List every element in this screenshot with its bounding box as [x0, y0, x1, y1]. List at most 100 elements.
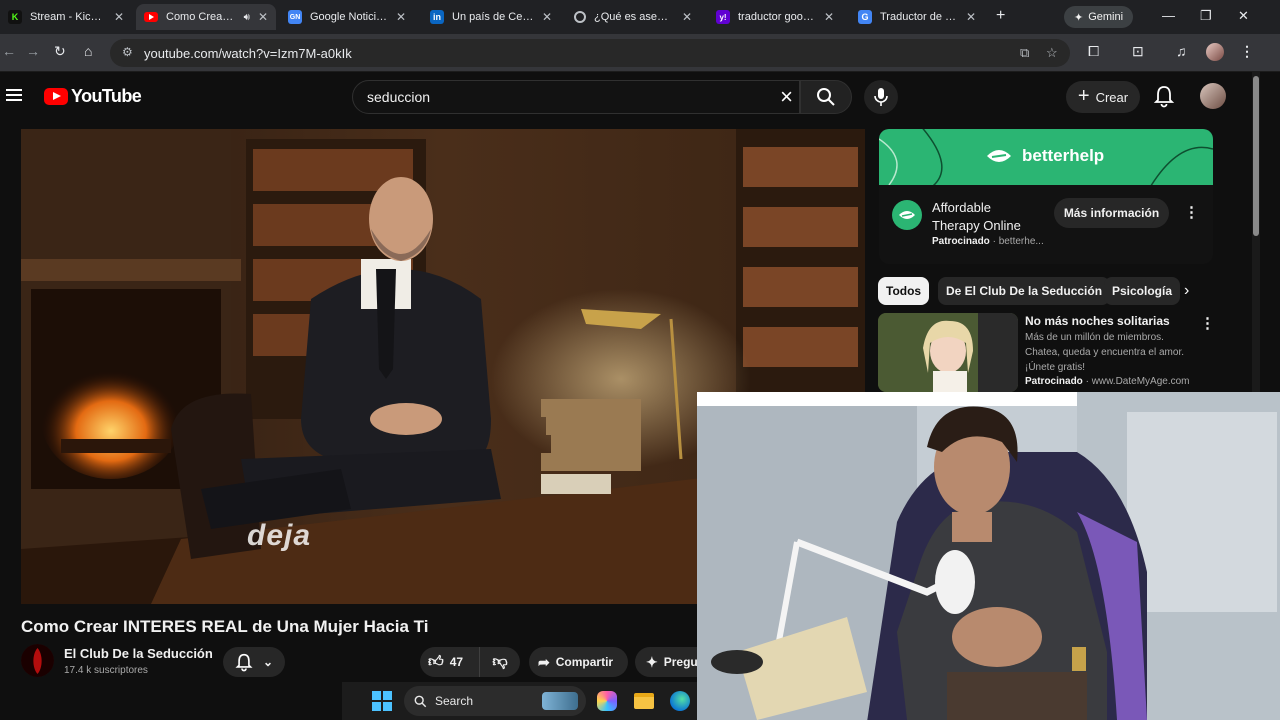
tab-close-icon[interactable]: ✕: [966, 10, 976, 24]
browser-tab-strip: K Stream - Kick Dash ✕ Como Crear INT 🔊︎…: [0, 0, 1280, 34]
restore-icon[interactable]: ❐: [1200, 8, 1212, 24]
tab-title: Google Noticias - I: [310, 11, 388, 23]
browser-toolbar: ← → ↻ ⌂ ⚙︎ youtube.com/watch?v=Izm7M-a0k…: [0, 34, 1280, 72]
tab-kick[interactable]: K Stream - Kick Dash ✕: [0, 4, 132, 30]
tab-yahoo[interactable]: y! traductor google - ✕: [708, 4, 842, 30]
recommendation-domain: www.DateMyAge.com: [1091, 376, 1190, 387]
tab-title: Traductor de Goog: [880, 11, 958, 23]
sidebar-ad-card[interactable]: betterhelp Affordable Therapy Online Pat…: [879, 129, 1213, 264]
media-controls-icon[interactable]: ♫: [1176, 43, 1187, 59]
reload-icon[interactable]: ↻: [54, 43, 66, 60]
tab-close-icon[interactable]: ✕: [114, 10, 124, 24]
minimize-icon[interactable]: —: [1162, 8, 1175, 23]
recommendation-thumbnail[interactable]: [878, 313, 1018, 392]
tab-google-news[interactable]: GN Google Noticias - I ✕: [280, 4, 414, 30]
subscriber-count: 17.4 k suscriptores: [64, 665, 148, 676]
search-icon: [817, 88, 835, 106]
new-tab-icon[interactable]: +: [996, 7, 1005, 25]
tab-linkedin[interactable]: in Un país de Centro ✕: [422, 4, 560, 30]
more-info-button[interactable]: Más información: [1054, 198, 1169, 228]
chip-label: De El Club De la Seducción: [946, 284, 1103, 298]
chip-label: Todos: [886, 284, 922, 298]
subscription-bell-button[interactable]: ⌄: [223, 647, 285, 677]
file-explorer-icon[interactable]: [634, 693, 654, 709]
extensions-icon[interactable]: ⧠: [1088, 43, 1099, 60]
linkedin-favicon-icon: in: [430, 10, 444, 24]
address-bar[interactable]: ⚙︎ youtube.com/watch?v=Izm7M-a0kIk ⧉ ☆: [110, 39, 1070, 67]
tab-youtube[interactable]: Como Crear INT 🔊︎ ✕: [136, 4, 276, 30]
like-button[interactable]: 👍︎ 47: [420, 647, 480, 677]
chevron-right-icon[interactable]: ›: [1184, 282, 1189, 300]
share-button[interactable]: ➦ Compartir: [529, 647, 628, 677]
url-text[interactable]: youtube.com/watch?v=Izm7M-a0kIk: [144, 46, 352, 61]
youtube-favicon-icon: [144, 12, 158, 22]
clear-search-icon[interactable]: ×: [780, 84, 793, 110]
microphone-icon: [874, 88, 888, 106]
chip-label: Psicología: [1112, 284, 1173, 298]
site-info-icon[interactable]: ⚙︎: [122, 45, 133, 59]
tab-close-icon[interactable]: ✕: [258, 10, 268, 24]
hamburger-menu-icon[interactable]: [6, 89, 22, 101]
search-query[interactable]: seduccion: [367, 89, 430, 105]
ad-more-options-icon[interactable]: ⋮: [1184, 203, 1199, 221]
tab-title: ¿Qué es asequibili: [594, 11, 674, 23]
chip-channel[interactable]: De El Club De la Seducción: [938, 277, 1111, 305]
recommendation-title[interactable]: No más noches solitarias: [1025, 314, 1170, 328]
copilot-icon[interactable]: [597, 691, 617, 711]
tab-title: Como Crear INT: [166, 11, 236, 23]
account-avatar[interactable]: [1200, 83, 1226, 109]
google-news-favicon-icon: GN: [288, 10, 302, 24]
home-icon[interactable]: ⌂: [84, 43, 92, 59]
recommendation-thumbnail-image: [878, 313, 1018, 392]
edge-browser-icon[interactable]: [670, 691, 690, 711]
like-dislike-group: 👍︎ 47 👎︎: [420, 647, 520, 677]
tab-close-icon[interactable]: ✕: [824, 10, 834, 24]
ask-label: Pregu: [663, 655, 698, 669]
voice-search-button[interactable]: [864, 80, 898, 114]
ad-title[interactable]: Affordable Therapy Online: [932, 199, 1042, 235]
taskbar-search-box[interactable]: Search: [404, 686, 586, 716]
chatgpt-favicon-icon: [574, 11, 586, 23]
betterhelp-leaf-icon: [987, 150, 1011, 162]
chip-todos[interactable]: Todos: [878, 277, 930, 305]
video-title: Como Crear INTERES REAL de Una Mujer Hac…: [21, 617, 429, 636]
search-button[interactable]: [800, 80, 852, 114]
tab-chatgpt[interactable]: ¿Qué es asequibili ✕: [566, 4, 700, 30]
browser-menu-icon[interactable]: ⋮: [1240, 43, 1254, 60]
windows-start-icon[interactable]: [372, 691, 392, 711]
chip-psicologia[interactable]: Psicología: [1104, 277, 1181, 305]
tab-google-translate[interactable]: G Traductor de Goog ✕: [850, 4, 984, 30]
recommendation-sponsor-line: Patrocinado · www.DateMyAge.com: [1025, 376, 1190, 387]
channel-logo-icon: [21, 644, 54, 677]
tab-close-icon[interactable]: ✕: [396, 10, 406, 24]
back-icon[interactable]: ←: [2, 43, 16, 59]
tab-close-icon[interactable]: ✕: [542, 10, 552, 24]
page-scrollbar-thumb[interactable]: [1253, 76, 1259, 236]
taskbar-search-label: Search: [435, 694, 474, 708]
search-input[interactable]: seduccion ×: [352, 80, 800, 114]
install-app-icon[interactable]: ⧉: [1020, 45, 1029, 61]
window-close-icon[interactable]: ✕: [1238, 8, 1249, 24]
recommendation-more-icon[interactable]: ⋮: [1200, 314, 1215, 332]
channel-avatar[interactable]: [21, 644, 54, 677]
tab-title: traductor google -: [738, 11, 816, 23]
gemini-button[interactable]: ✦ Gemini: [1064, 6, 1134, 28]
tab-search-icon[interactable]: ⊡: [1132, 43, 1144, 60]
ad-logo: [892, 200, 922, 230]
notifications-bell-icon[interactable]: [1153, 84, 1175, 108]
webcam-overlay: [697, 392, 1280, 720]
tab-close-icon[interactable]: ✕: [682, 10, 692, 24]
forward-icon[interactable]: →: [26, 43, 40, 59]
youtube-logo[interactable]: YouTube: [44, 86, 142, 107]
sparkle-icon: ✦: [646, 653, 658, 670]
recommendation-sponsored-label: Patrocinado: [1025, 376, 1083, 387]
ad-banner[interactable]: betterhelp: [879, 129, 1213, 185]
profile-avatar-icon[interactable]: [1206, 43, 1224, 61]
channel-name[interactable]: El Club De la Seducción: [64, 646, 213, 661]
bookmark-star-icon[interactable]: ☆: [1046, 45, 1058, 61]
create-button[interactable]: + Crear: [1066, 81, 1140, 113]
ad-sponsored-label: Patrocinado: [932, 236, 990, 247]
dislike-button[interactable]: 👎︎: [480, 647, 520, 677]
more-info-label: Más información: [1063, 206, 1160, 220]
tab-audio-icon[interactable]: 🔊︎: [244, 12, 250, 23]
